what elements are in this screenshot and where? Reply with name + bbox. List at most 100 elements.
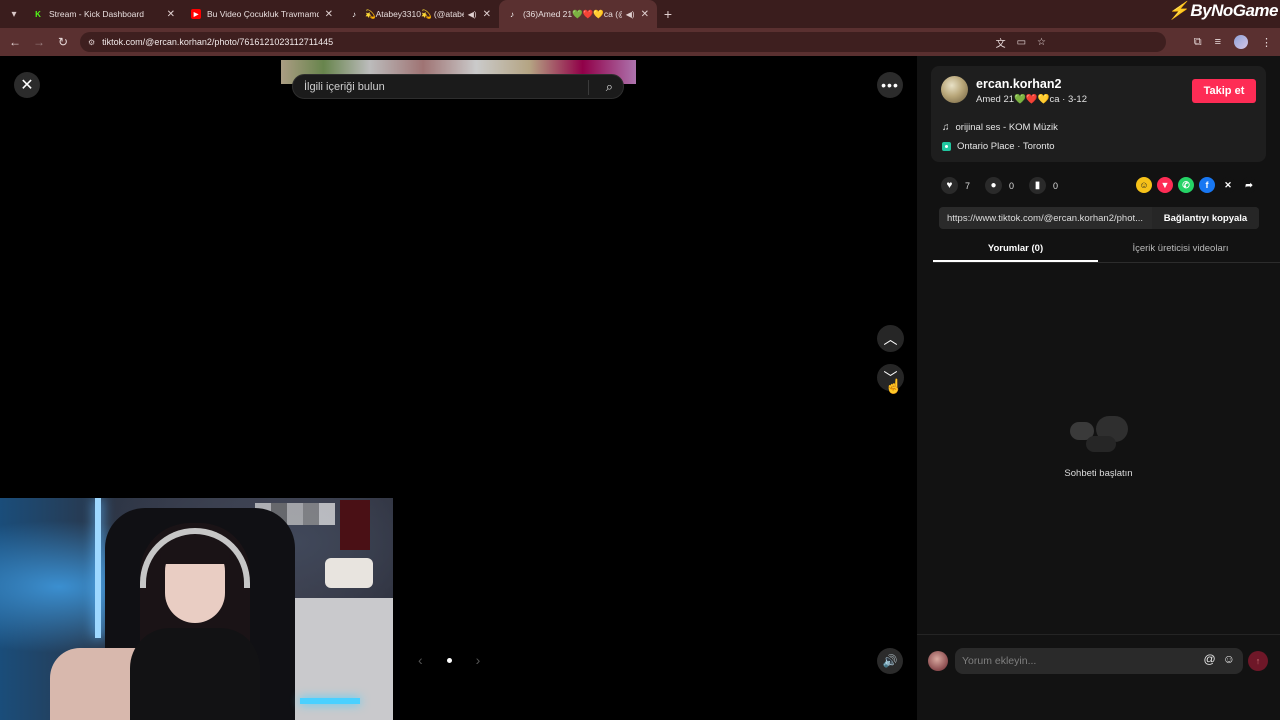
x-icon[interactable]: ✕ — [1220, 177, 1236, 193]
profile-avatar[interactable] — [1234, 35, 1248, 49]
engagement-actions: ♥ 7 ● 0 ▮ 0 — [941, 177, 1073, 194]
toolbar-actions: ⧉ ≡ ⋮ — [1194, 32, 1272, 52]
save-button[interactable]: ▮ 0 — [1029, 177, 1058, 194]
copy-link-row: https://www.tiktok.com/@ercan.korhan2/ph… — [939, 207, 1259, 229]
browser-menu-icon[interactable]: ⋮ — [1261, 36, 1272, 49]
close-icon: ✕ — [20, 77, 34, 94]
page-dot-active[interactable] — [446, 657, 452, 663]
music-title: orijinal ses - KOM Müzik — [955, 122, 1058, 133]
webcam-person-body — [130, 628, 260, 720]
creator-avatar[interactable] — [941, 76, 968, 103]
comment-input-actions: @ ☺ — [1204, 652, 1235, 666]
empty-comments-state: Sohbeti başlatın — [917, 414, 1280, 479]
chevron-left-icon[interactable]: ‹ — [418, 652, 423, 668]
audio-playing-icon[interactable]: ◀) — [468, 10, 477, 19]
creator-card: ercan.korhan2 Amed 21💚❤️💛ca · 3-12 Takip… — [931, 66, 1266, 162]
post-meta: Amed 21💚❤️💛ca · 3-12 — [976, 94, 1087, 105]
close-tab-icon[interactable]: ✕ — [325, 9, 333, 20]
close-tab-icon[interactable]: ✕ — [641, 9, 649, 20]
close-tab-icon[interactable]: ✕ — [483, 9, 491, 20]
bynogame-logo: ⚡ ByNoGame — [1167, 1, 1279, 20]
heart-icon: ♥ — [941, 177, 958, 194]
streamer-webcam-overlay — [0, 498, 393, 720]
tab-creator-videos[interactable]: İçerik üreticisi videoları — [1098, 236, 1263, 262]
comment-input[interactable]: Yorum ekleyin... @ ☺ — [955, 648, 1243, 674]
tab-title: 💫Atabey3310💫 (@atabe — [365, 8, 464, 19]
related-search-input[interactable]: İlgili içeriği bulun ⌕ — [292, 74, 624, 99]
back-button[interactable]: ← — [3, 35, 27, 49]
more-icon: ••• — [881, 77, 899, 93]
tab-search-button[interactable]: ▾ — [3, 4, 25, 24]
address-bar-actions: 文 ▭ ☆ — [996, 32, 1046, 52]
embed-icon[interactable]: ☺ — [1136, 177, 1152, 193]
reload-button[interactable]: ↻ — [51, 35, 75, 49]
chevron-up-icon: ︿ — [883, 330, 898, 347]
audio-playing-icon[interactable]: ◀) — [626, 10, 635, 19]
webcam-red-poster — [340, 500, 370, 550]
cast-icon[interactable]: ▭ — [1017, 37, 1026, 48]
browser-tab-strip: ▾ K Stream - Kick Dashboard ✕ ▶ Bu Video… — [0, 0, 1280, 28]
site-info-icon[interactable]: ⚙ — [88, 38, 95, 47]
extensions-icon[interactable]: ⧉ — [1194, 36, 1202, 49]
creator-username[interactable]: ercan.korhan2 — [976, 77, 1061, 91]
photo-pager: ‹ › — [418, 652, 480, 668]
close-viewer-button[interactable]: ✕ — [14, 72, 40, 98]
like-button[interactable]: ♥ 7 — [941, 177, 970, 194]
music-note-icon: ♫ — [942, 122, 950, 133]
browser-tab-tiktok-atabey[interactable]: ♪ 💫Atabey3310💫 (@atabe ◀) ✕ — [341, 0, 499, 28]
facebook-icon[interactable]: f — [1199, 177, 1215, 193]
forward-button[interactable]: → — [27, 35, 51, 49]
chevron-right-icon[interactable]: › — [476, 652, 481, 668]
whatsapp-icon[interactable]: ✆ — [1178, 177, 1194, 193]
kick-icon: K — [35, 9, 41, 19]
translate-icon[interactable]: 文 — [996, 35, 1006, 50]
save-count: 0 — [1053, 180, 1059, 191]
comment-bubble-icon: ● — [985, 177, 1003, 194]
like-count: 7 — [965, 180, 971, 191]
new-tab-button[interactable]: + — [657, 6, 679, 22]
tiktok-icon: ♪ — [352, 9, 356, 19]
location-pin-icon — [942, 142, 951, 151]
speaker-icon: 🔊 — [882, 654, 898, 668]
music-link[interactable]: ♫ orijinal ses - KOM Müzik — [942, 122, 1058, 133]
bookmark-star-icon[interactable]: ☆ — [1037, 37, 1046, 48]
empty-comments-text: Sohbeti başlatın — [1064, 468, 1133, 479]
browser-tab-youtube[interactable]: ▶ Bu Video Çocukluk Travmamdı ✕ — [183, 0, 341, 28]
details-panel: ercan.korhan2 Amed 21💚❤️💛ca · 3-12 Takip… — [917, 56, 1280, 720]
tab-title: Bu Video Çocukluk Travmamdı — [207, 9, 319, 19]
post-link-text[interactable]: https://www.tiktok.com/@ercan.korhan2/ph… — [939, 213, 1152, 224]
media-controls-icon[interactable]: ≡ — [1215, 36, 1221, 48]
post-comment-button[interactable]: ↑ — [1248, 651, 1268, 671]
webcam-led-light — [95, 498, 101, 638]
browser-toolbar: ← → ↻ ⚙ tiktok.com/@ercan.korhan2/photo/… — [0, 28, 1280, 56]
comment-composer: Yorum ekleyin... @ ☺ ↑ — [917, 634, 1280, 686]
search-placeholder: İlgili içeriği bulun — [304, 80, 385, 93]
location-link[interactable]: Ontario Place · Toronto — [942, 141, 1055, 152]
search-divider — [588, 80, 589, 95]
panel-tabs: Yorumlar (0) İçerik üreticisi videoları — [933, 236, 1280, 263]
tab-comments[interactable]: Yorumlar (0) — [933, 236, 1098, 262]
send-to-friend-icon[interactable]: ▼ — [1157, 177, 1173, 193]
comment-button[interactable]: ● 0 — [985, 177, 1014, 194]
location-text: Ontario Place · Toronto — [957, 141, 1055, 152]
user-avatar — [928, 651, 948, 671]
browser-tab-kick[interactable]: K Stream - Kick Dashboard ✕ — [25, 0, 183, 28]
tiktok-icon: ♪ — [510, 9, 514, 19]
follow-button[interactable]: Takip et — [1192, 79, 1256, 103]
previous-post-button[interactable]: ︿ — [877, 325, 904, 352]
webcam-pillow — [325, 558, 373, 588]
mouse-cursor-icon: ☝ — [885, 378, 903, 394]
browser-tab-tiktok-amed[interactable]: ♪ (36)Amed 21💚❤️💛ca (@ ◀) ✕ — [499, 0, 657, 28]
close-tab-icon[interactable]: ✕ — [167, 9, 175, 20]
search-icon[interactable]: ⌕ — [606, 79, 613, 95]
more-options-button[interactable]: ••• — [877, 72, 903, 98]
tab-title: Stream - Kick Dashboard — [49, 9, 144, 19]
mention-icon[interactable]: @ — [1204, 652, 1216, 666]
address-bar[interactable]: ⚙ tiktok.com/@ercan.korhan2/photo/761612… — [80, 32, 1166, 52]
copy-link-button[interactable]: Bağlantıyı kopyala — [1152, 207, 1259, 229]
tab-title: (36)Amed 21💚❤️💛ca (@ — [523, 8, 622, 19]
volume-button[interactable]: 🔊 — [877, 648, 903, 674]
share-more-icon[interactable]: ➦ — [1241, 177, 1257, 193]
emoji-icon[interactable]: ☺ — [1223, 652, 1235, 666]
youtube-icon: ▶ — [191, 9, 201, 19]
